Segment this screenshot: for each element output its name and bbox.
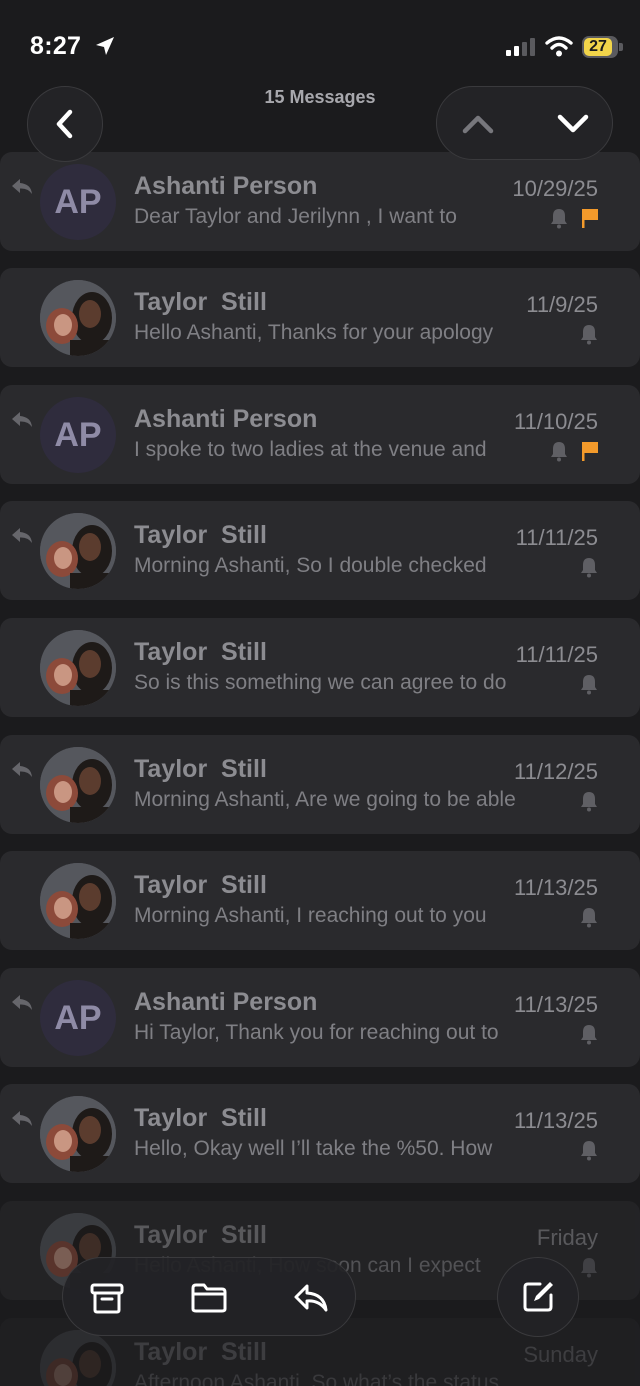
chevron-up-icon <box>462 115 494 134</box>
message-date: 11/11/25 <box>515 642 598 667</box>
replied-indicator-icon <box>12 412 32 427</box>
status-time: 8:27 <box>30 32 82 60</box>
bell-icon <box>581 675 597 695</box>
avatar-photo <box>40 1096 116 1172</box>
bell-icon <box>581 1141 597 1161</box>
avatar-photo <box>40 280 116 356</box>
bell-icon <box>581 1258 597 1278</box>
replied-indicator-icon <box>12 995 32 1010</box>
bell-icon <box>551 442 567 462</box>
message-date: 10/29/25 <box>512 176 598 201</box>
message-date: 11/11/25 <box>515 525 598 550</box>
location-arrow-icon <box>96 37 114 55</box>
bell-icon <box>581 325 597 345</box>
message-sender: Taylor Still <box>134 521 267 549</box>
avatar: AP <box>40 397 116 473</box>
message-sender: Taylor Still <box>134 1104 267 1132</box>
battery-tip <box>619 43 623 51</box>
message-sender: Ashanti Person <box>134 988 318 1016</box>
cellular-signal-icon <box>506 38 535 56</box>
bell-icon <box>581 558 597 578</box>
message-row[interactable]: AP Ashanti Person 11/10/25 I spoke to tw… <box>0 385 640 484</box>
reply-button[interactable] <box>289 1276 333 1320</box>
message-sender: Ashanti Person <box>134 405 318 433</box>
bell-icon <box>581 792 597 812</box>
message-row[interactable]: AP Ashanti Person 11/13/25 Hi Taylor, Th… <box>0 968 640 1067</box>
compose-icon <box>523 1282 553 1312</box>
message-row[interactable]: Taylor Still 11/13/25 Morning Ashanti, I… <box>0 851 640 950</box>
message-preview: Morning Ashanti, Are we going to be able <box>134 788 516 811</box>
avatar: AP <box>40 980 116 1056</box>
replied-indicator-icon <box>12 179 32 194</box>
message-sender: Taylor Still <box>134 288 267 316</box>
message-date: 11/13/25 <box>513 992 598 1017</box>
bottom-toolbar <box>62 1257 356 1336</box>
message-row[interactable]: Taylor Still 11/9/25 Hello Ashanti, Than… <box>0 268 640 367</box>
previous-message-button[interactable] <box>457 105 499 143</box>
message-row[interactable]: Taylor Still 11/11/25 Morning Ashanti, S… <box>0 501 640 600</box>
avatar-photo <box>40 747 116 823</box>
avatar-photo <box>40 630 116 706</box>
message-date: Friday <box>536 1225 598 1250</box>
message-row[interactable]: Taylor Still 11/12/25 Morning Ashanti, A… <box>0 735 640 834</box>
battery-level: 27 <box>584 38 612 56</box>
status-bar: 8:27 27 <box>0 0 640 80</box>
bell-icon <box>581 1025 597 1045</box>
message-row[interactable]: Taylor Still 11/13/25 Hello, Okay well I… <box>0 1084 640 1183</box>
replied-indicator-icon <box>12 762 32 777</box>
message-preview: So is this something we can agree to do <box>134 671 507 694</box>
compose-button[interactable] <box>497 1257 579 1337</box>
archive-button[interactable] <box>85 1276 129 1320</box>
message-sender: Taylor Still <box>134 638 267 666</box>
message-sender: Taylor Still <box>134 1338 267 1366</box>
message-preview: Dear Taylor and Jerilynn , I want to <box>134 205 457 228</box>
chevron-down-icon <box>557 114 589 133</box>
message-date: 11/10/25 <box>513 409 598 434</box>
message-date: Sunday <box>523 1342 598 1367</box>
message-preview: I spoke to two ladies at the venue and <box>134 438 487 461</box>
folder-icon <box>191 1283 227 1313</box>
avatar: AP <box>40 164 116 240</box>
message-row[interactable]: AP Ashanti Person 10/29/25 Dear Taylor a… <box>0 152 640 251</box>
chevron-left-icon <box>56 109 73 139</box>
message-preview: Morning Ashanti, I reaching out to you <box>134 904 487 927</box>
message-preview: Hello, Okay well I’ll take the %50. How <box>134 1137 493 1160</box>
flag-icon <box>582 442 598 461</box>
replied-indicator-icon <box>12 1111 32 1126</box>
wifi-icon <box>545 36 573 57</box>
message-preview: Hello Ashanti, Thanks for your apology <box>134 321 494 344</box>
replied-indicator-icon <box>12 528 32 543</box>
message-preview: Hi Taylor, Thank you for reaching out to <box>134 1021 499 1044</box>
avatar-photo <box>40 513 116 589</box>
bell-icon <box>581 908 597 928</box>
message-date: 11/9/25 <box>526 292 598 317</box>
message-row[interactable]: Taylor Still 11/11/25 So is this somethi… <box>0 618 640 717</box>
message-preview: Morning Ashanti, So I double checked <box>134 554 487 577</box>
archive-icon <box>90 1283 124 1314</box>
back-button[interactable] <box>27 86 103 162</box>
reply-icon <box>294 1284 328 1312</box>
message-navigation <box>436 86 613 160</box>
avatar-photo <box>40 1330 116 1386</box>
message-date: 11/13/25 <box>513 1108 598 1133</box>
avatar-photo <box>40 863 116 939</box>
move-to-folder-button[interactable] <box>187 1276 231 1320</box>
message-sender: Taylor Still <box>134 1221 267 1249</box>
message-sender: Taylor Still <box>134 755 267 783</box>
flag-icon <box>582 209 598 228</box>
next-message-button[interactable] <box>552 105 594 143</box>
message-sender: Taylor Still <box>134 871 267 899</box>
message-preview: Afternoon Ashanti, So what’s the status <box>134 1371 500 1386</box>
message-date: 11/12/25 <box>513 759 598 784</box>
bell-icon <box>551 209 567 229</box>
message-sender: Ashanti Person <box>134 172 318 200</box>
message-date: 11/13/25 <box>513 875 598 900</box>
